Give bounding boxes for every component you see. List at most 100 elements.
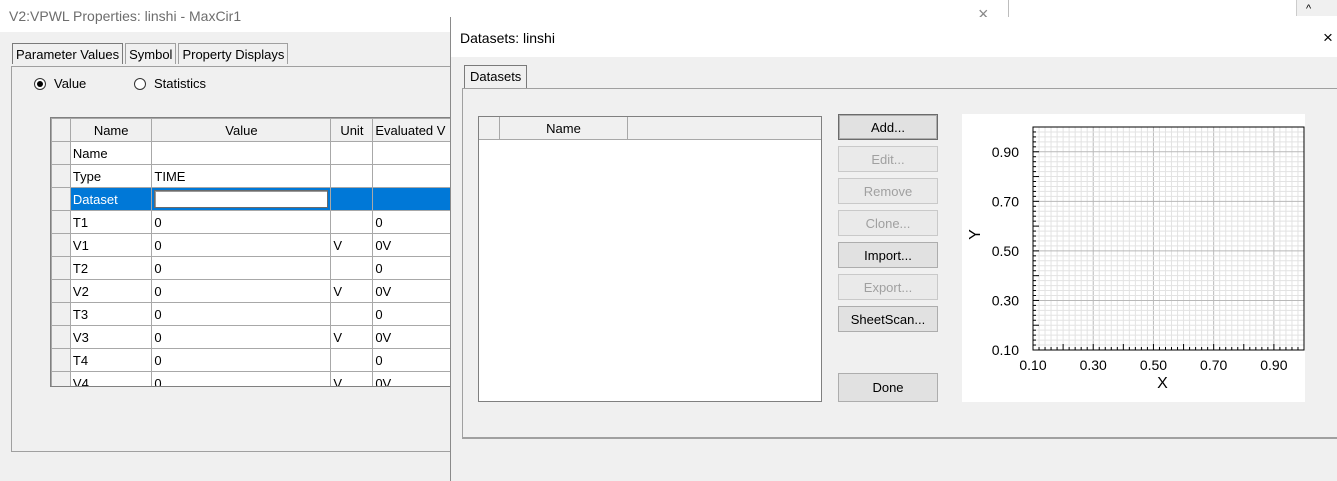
cell-value[interactable]: 0 <box>151 325 332 349</box>
cell-name[interactable]: Type <box>69 164 153 188</box>
y-tick-label: 0.10 <box>992 342 1019 358</box>
y-tick-label: 0.70 <box>992 193 1019 209</box>
cell-value[interactable]: 0 <box>151 348 332 372</box>
cell-unit[interactable]: V <box>330 279 374 303</box>
cell-unit[interactable] <box>330 256 374 280</box>
grid-col-value[interactable]: Value <box>151 118 332 142</box>
scroll-up-button[interactable]: ^ <box>1296 0 1337 16</box>
cell-unit[interactable] <box>330 210 374 234</box>
cell-unit[interactable] <box>330 164 374 188</box>
cell-unit[interactable] <box>330 141 374 165</box>
row-header[interactable] <box>51 279 71 303</box>
table-row[interactable]: Type TIME <box>51 164 453 188</box>
cell-evaluated: 0V <box>372 279 453 303</box>
row-header[interactable] <box>51 371 71 386</box>
list-col-name[interactable]: Name <box>500 117 628 139</box>
row-header[interactable] <box>51 187 71 211</box>
row-header[interactable] <box>51 141 71 165</box>
cell-name[interactable]: Name <box>69 141 153 165</box>
table-row-selected[interactable]: Dataset <box>51 187 453 211</box>
cell-unit[interactable] <box>330 348 374 372</box>
cell-name[interactable]: T3 <box>69 302 153 326</box>
tab-symbol[interactable]: Symbol <box>125 43 177 64</box>
row-header[interactable] <box>51 210 71 234</box>
chevron-up-icon: ^ <box>1306 3 1312 15</box>
x-tick-label: 0.30 <box>1080 357 1107 373</box>
cell-name[interactable]: V4 <box>69 371 153 386</box>
table-row[interactable]: Name <box>51 141 453 165</box>
value-radio[interactable]: Value <box>34 76 86 91</box>
cell-name[interactable]: V2 <box>69 279 153 303</box>
datasets-list[interactable]: Name <box>478 116 822 402</box>
cell-evaluated: 0V <box>372 371 453 386</box>
x-tick-label: 0.90 <box>1260 357 1287 373</box>
cell-name[interactable]: T1 <box>69 210 153 234</box>
cell-evaluated <box>372 141 453 165</box>
sheetscan-button[interactable]: SheetScan... <box>838 306 938 332</box>
cell-name[interactable]: T4 <box>69 348 153 372</box>
cell-value[interactable] <box>151 187 332 211</box>
datasets-dialog: Datasets: linshi × Datasets Name Add... … <box>450 17 1337 481</box>
cell-value[interactable]: 0 <box>151 279 332 303</box>
clone-button[interactable]: Clone... <box>838 210 938 236</box>
table-row[interactable]: T1 0 0 <box>51 210 453 234</box>
tab-parameter-values[interactable]: Parameter Values <box>12 43 124 64</box>
radio-unchecked-icon <box>134 77 146 90</box>
cell-value[interactable]: 0 <box>151 371 332 386</box>
cell-unit[interactable]: V <box>330 325 374 349</box>
table-row[interactable]: T2 0 0 <box>51 256 453 280</box>
export-button[interactable]: Export... <box>838 274 938 300</box>
table-row[interactable]: V2 0 V 0V <box>51 279 453 303</box>
cell-evaluated: 0V <box>372 325 453 349</box>
x-tick-label: 0.50 <box>1140 357 1167 373</box>
statistics-radio[interactable]: Statistics <box>134 76 206 91</box>
row-header[interactable] <box>51 325 71 349</box>
cell-value[interactable] <box>151 141 332 165</box>
close-icon[interactable]: × <box>1323 28 1333 48</box>
x-tick-label: 0.70 <box>1200 357 1227 373</box>
cell-value[interactable]: TIME <box>151 164 332 188</box>
properties-title: V2:VPWL Properties: linshi - MaxCir1 <box>9 8 242 24</box>
grid-col-unit[interactable]: Unit <box>330 118 374 142</box>
cell-name[interactable]: V1 <box>69 233 153 257</box>
tab-datasets[interactable]: Datasets <box>464 65 528 88</box>
row-header[interactable] <box>51 302 71 326</box>
edit-button[interactable]: Edit... <box>838 146 938 172</box>
cell-value[interactable]: 0 <box>151 302 332 326</box>
table-row[interactable]: T3 0 0 <box>51 302 453 326</box>
cell-evaluated <box>372 164 453 188</box>
cell-evaluated <box>372 187 453 211</box>
grid-col-evaluated[interactable]: Evaluated V <box>372 118 453 142</box>
cell-unit[interactable]: V <box>330 233 374 257</box>
cell-value[interactable]: 0 <box>151 210 332 234</box>
cell-name[interactable]: Dataset <box>69 187 153 211</box>
grid-corner <box>51 118 71 142</box>
y-axis-label: Y <box>967 229 984 240</box>
tab-property-displays[interactable]: Property Displays <box>178 43 289 64</box>
cell-unit[interactable]: V <box>330 371 374 386</box>
cell-name[interactable]: V3 <box>69 325 153 349</box>
value-radio-label: Value <box>54 76 87 91</box>
grid-col-name[interactable]: Name <box>69 118 153 142</box>
table-row[interactable]: V4 0 V 0V <box>51 371 453 386</box>
cell-value[interactable]: 0 <box>151 233 332 257</box>
row-header[interactable] <box>51 348 71 372</box>
table-row[interactable]: V1 0 V 0V <box>51 233 453 257</box>
cell-evaluated: 0V <box>372 233 453 257</box>
row-header[interactable] <box>51 233 71 257</box>
cell-name[interactable]: T2 <box>69 256 153 280</box>
table-row[interactable]: T4 0 0 <box>51 348 453 372</box>
import-button[interactable]: Import... <box>838 242 938 268</box>
cell-unit[interactable] <box>330 302 374 326</box>
dataset-edit-field[interactable] <box>154 190 329 208</box>
table-row[interactable]: V3 0 V 0V <box>51 325 453 349</box>
cell-value[interactable]: 0 <box>151 256 332 280</box>
cell-unit[interactable] <box>330 187 374 211</box>
parameter-grid[interactable]: Name Value Unit Evaluated V Name Type TI… <box>50 117 454 387</box>
remove-button[interactable]: Remove <box>838 178 938 204</box>
row-header[interactable] <box>51 256 71 280</box>
add-button[interactable]: Add... <box>838 114 938 140</box>
done-button[interactable]: Done <box>838 373 938 402</box>
statistics-radio-label: Statistics <box>154 76 207 91</box>
row-header[interactable] <box>51 164 71 188</box>
